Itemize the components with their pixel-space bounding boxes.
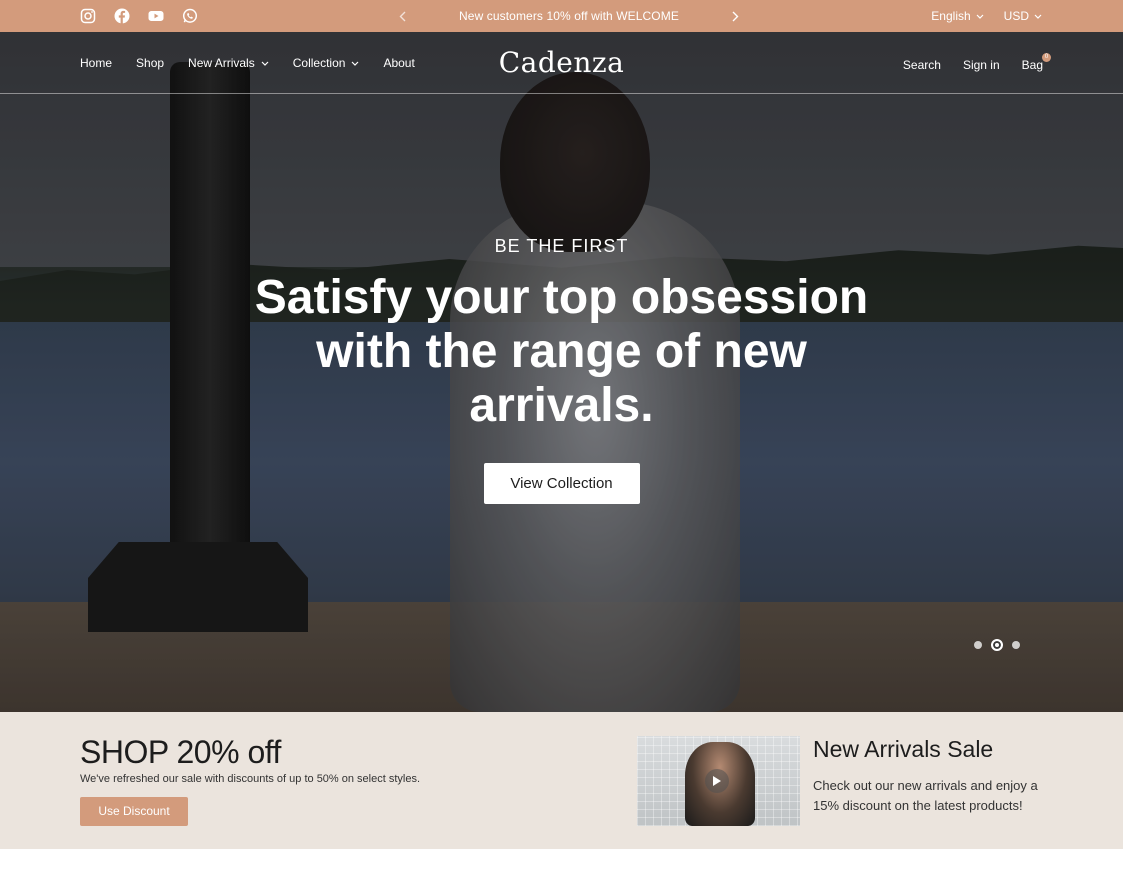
chevron-right-icon [732, 11, 739, 21]
chevron-left-icon [399, 11, 405, 21]
announcement-text: New customers 10% off with WELCOME [459, 9, 679, 23]
view-collection-button[interactable]: View Collection [483, 463, 640, 504]
hero-headline: Satisfy your top obsession with the rang… [254, 271, 869, 432]
whatsapp-icon[interactable] [182, 8, 198, 24]
currency-selector[interactable]: USD [1004, 9, 1042, 23]
slide-indicators [974, 639, 1020, 651]
locale-selectors: English USD [931, 0, 1042, 32]
chevron-down-icon [1034, 14, 1042, 19]
next-announcement-button[interactable] [730, 10, 742, 22]
card-text: Check out our new arrivals and enjoy a 1… [813, 778, 1038, 813]
promo-title: SHOP 20% off [80, 734, 281, 770]
discount-promo: SHOP 20% off We've refreshed our sale wi… [80, 734, 420, 826]
header-actions: Search Sign in Bag 0 [903, 32, 1051, 98]
slide-dot-2-active[interactable] [991, 639, 1003, 651]
play-icon[interactable] [705, 769, 729, 793]
instagram-icon[interactable] [80, 8, 96, 24]
language-selector[interactable]: English [931, 9, 984, 23]
facebook-icon[interactable] [114, 8, 130, 24]
video-thumbnail[interactable] [637, 736, 800, 826]
promo-subtitle: We've refreshed our sale with discounts … [80, 773, 421, 785]
announcement-carousel: New customers 10% off with WELCOME [396, 0, 742, 32]
hero-content: BE THE FIRST Satisfy your top obsession … [0, 236, 1123, 504]
bag-label: Bag [1021, 58, 1043, 72]
search-link[interactable]: Search [903, 58, 941, 72]
slide-dot-3[interactable] [1012, 641, 1020, 649]
main-header: Home Shop New Arrivals Collection About … [0, 32, 1123, 94]
sign-in-link[interactable]: Sign in [963, 58, 1000, 72]
use-discount-button[interactable]: Use Discount [80, 797, 188, 826]
play-triangle-icon [713, 776, 721, 786]
social-links [80, 8, 198, 24]
bag-count-badge: 0 [1042, 53, 1051, 62]
previous-announcement-button[interactable] [396, 10, 408, 22]
youtube-icon[interactable] [148, 8, 164, 24]
slide-dot-1[interactable] [974, 641, 982, 649]
new-arrivals-sale-card: New Arrivals Sale Check out our new arri… [637, 736, 1057, 832]
hero-eyebrow: BE THE FIRST [494, 236, 629, 256]
language-label: English [931, 9, 971, 23]
announcement-bar: New customers 10% off with WELCOME Engli… [0, 0, 1123, 32]
chevron-down-icon [976, 14, 984, 19]
currency-label: USD [1003, 9, 1029, 23]
bag-link[interactable]: Bag 0 [1021, 53, 1051, 72]
card-title: New Arrivals Sale [813, 736, 994, 762]
promo-section: SHOP 20% off We've refreshed our sale wi… [0, 712, 1123, 849]
